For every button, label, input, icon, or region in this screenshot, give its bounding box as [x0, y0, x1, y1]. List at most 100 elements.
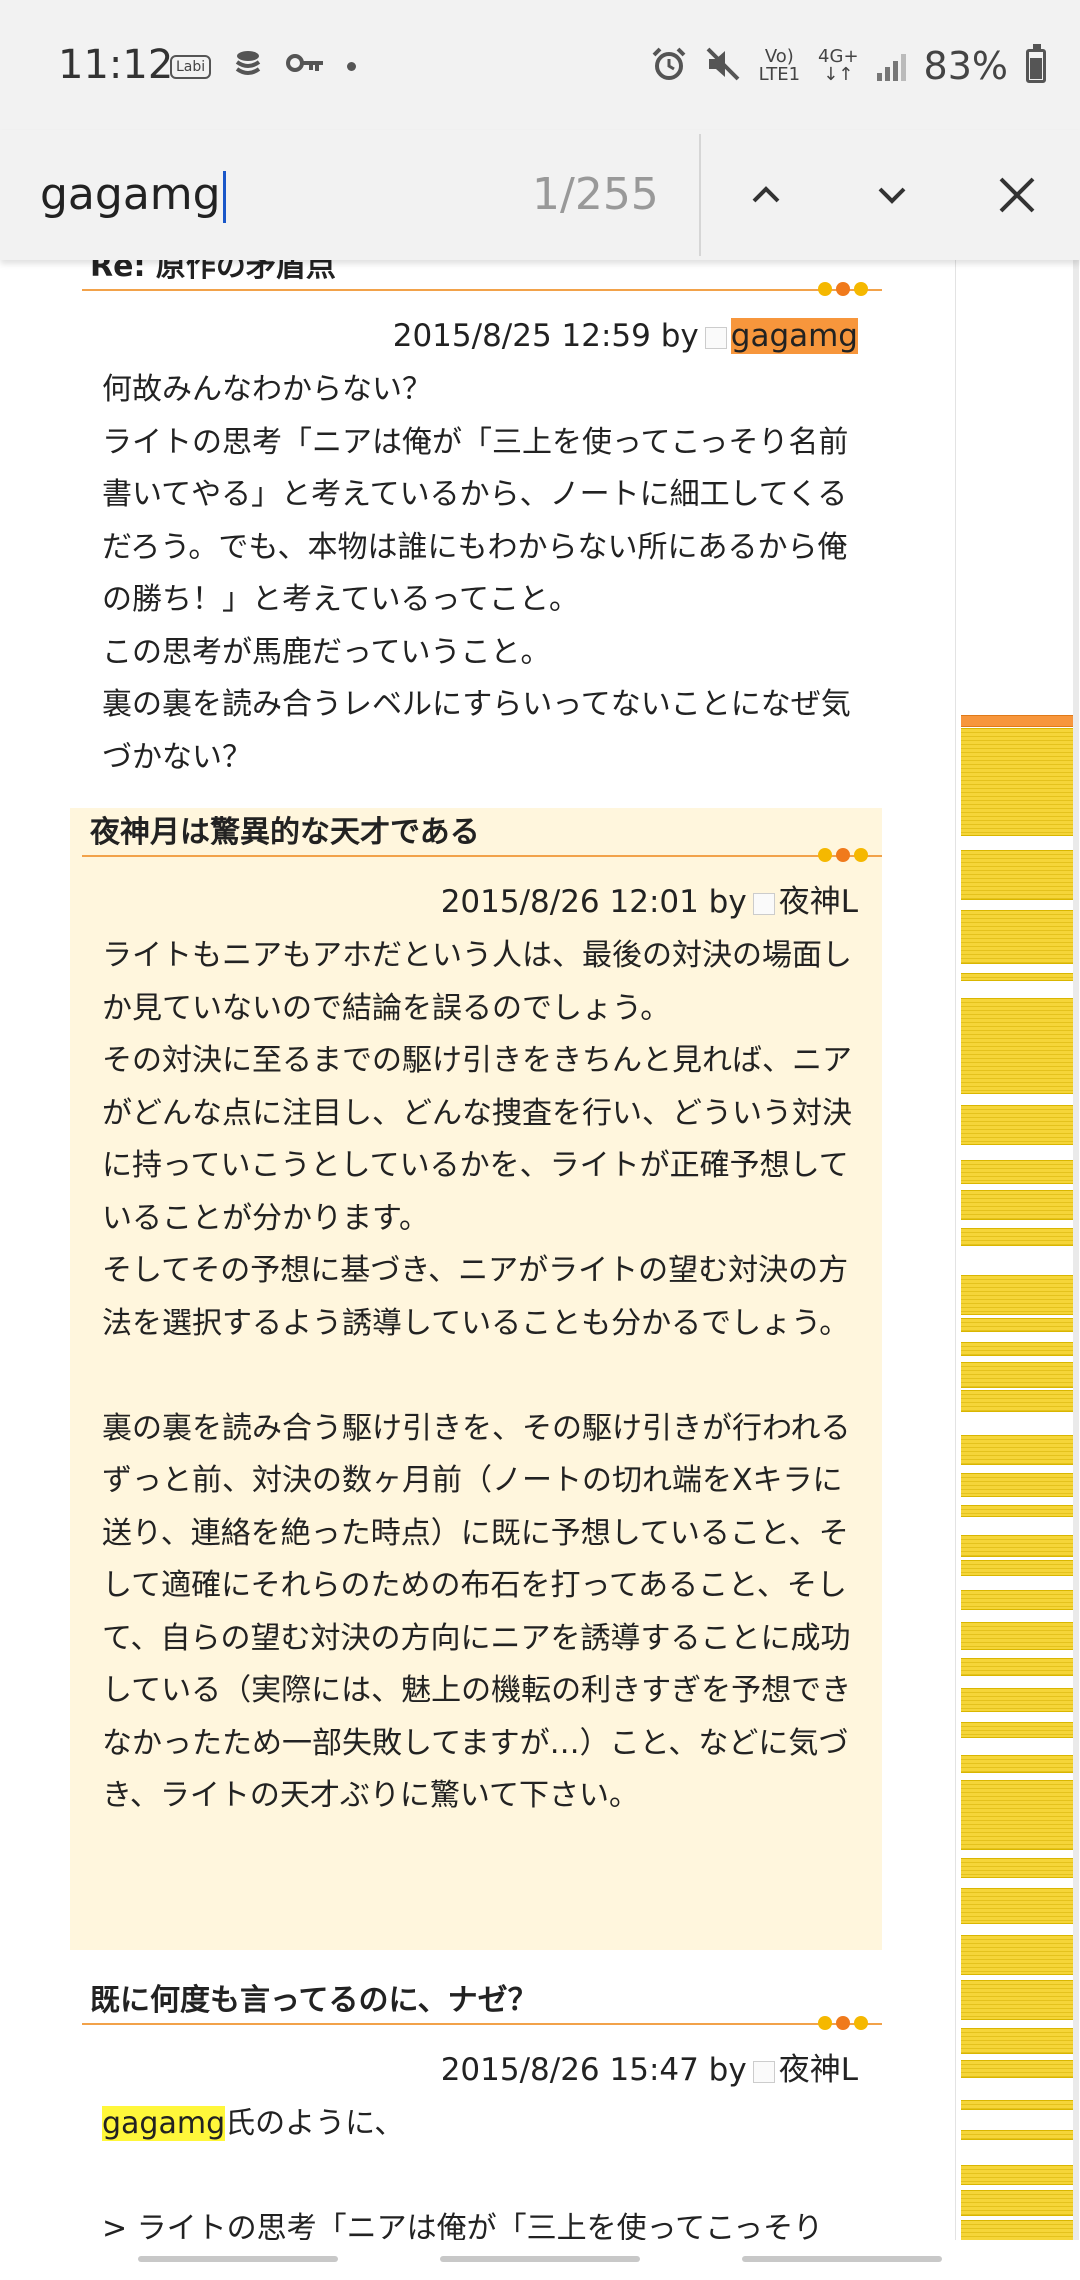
match-marker-track[interactable] — [955, 260, 1080, 2276]
match-marker[interactable] — [961, 1473, 1073, 1497]
avatar — [752, 2060, 775, 2083]
post: Re: 原作の矛盾点 2015/8/25 12:59 by gagamg 何故みん… — [70, 260, 882, 784]
match-marker[interactable] — [961, 1435, 1073, 1465]
find-input[interactable]: gagamg — [40, 160, 520, 230]
close-icon — [999, 177, 1035, 213]
match-marker[interactable] — [961, 2190, 1073, 2216]
match-marker[interactable] — [961, 1318, 1073, 1332]
chevron-up-icon — [752, 186, 780, 203]
key-icon — [285, 51, 325, 82]
find-match-count: 1/255 — [532, 169, 659, 220]
find-next-button[interactable] — [857, 160, 927, 230]
find-close-button[interactable] — [982, 160, 1052, 230]
match-marker[interactable] — [961, 2028, 1073, 2054]
body-line: 裏の裏を読み合うレベルにすらいってないことになぜ気づかない？ — [102, 687, 851, 775]
signal-icon — [876, 51, 906, 81]
match-marker[interactable] — [961, 1505, 1073, 1517]
match-marker[interactable] — [961, 1342, 1073, 1356]
match-marker[interactable] — [961, 998, 1073, 1094]
volte-indicator: Vo) LTE1 — [759, 48, 800, 84]
nav-home-button[interactable] — [440, 2256, 640, 2262]
mute-icon — [705, 46, 741, 86]
match-marker[interactable] — [961, 1390, 1073, 1412]
search-match: gagamg — [102, 2106, 226, 2141]
match-marker[interactable] — [961, 1622, 1073, 1650]
post-body: gagamg氏のように、 > ライトの思考「ニアは俺が「三上を使ってこっそり — [70, 2098, 882, 2256]
find-query-text: gagamg — [40, 169, 221, 220]
match-marker[interactable] — [961, 850, 1073, 900]
body-line: gagamg氏のように、 — [102, 2098, 862, 2151]
match-marker[interactable] — [961, 1590, 1073, 1610]
page-content[interactable]: Re: 原作の矛盾点 2015/8/25 12:59 by gagamg 何故みん… — [0, 260, 955, 2260]
scrollbar[interactable] — [1073, 260, 1079, 2260]
match-marker[interactable] — [961, 1190, 1073, 1220]
post-meta: 2015/8/26 15:47 by 夜神L — [70, 2048, 882, 2092]
find-previous-button[interactable] — [731, 160, 801, 230]
body-line: そしてその予想に基づき、ニアがライトの望む対決の方法を選択するよう誘導しているこ… — [102, 1253, 850, 1341]
post-meta: 2015/8/25 12:59 by gagamg — [70, 314, 882, 358]
post-date: 2015/8/25 12:59 by — [392, 318, 699, 354]
post-title: 夜神月は驚異的な天才である — [90, 815, 480, 850]
nav-back-button[interactable] — [742, 2256, 942, 2262]
nav-recents-button[interactable] — [138, 2256, 338, 2262]
title-rule — [70, 2016, 882, 2030]
find-divider — [699, 134, 701, 256]
net-type-indicator: 4G+ ↓↑ — [818, 46, 859, 85]
post-author[interactable]: 夜神L — [779, 2052, 858, 2088]
match-marker[interactable] — [961, 910, 1073, 964]
current-match-marker[interactable] — [961, 715, 1073, 727]
post-meta: 2015/8/26 12:01 by 夜神L — [70, 880, 882, 924]
match-marker[interactable] — [961, 1560, 1073, 1576]
match-marker[interactable] — [961, 1658, 1073, 1676]
match-marker[interactable] — [961, 1688, 1073, 1712]
match-marker[interactable] — [961, 1935, 1073, 1975]
match-marker[interactable] — [961, 1755, 1073, 1773]
chevron-down-icon — [878, 187, 906, 204]
title-rule — [70, 282, 882, 296]
system-icons: Vo) LTE1 4G+ ↓↑ 83% — [651, 44, 1046, 88]
body-line: その対決に至るまでの駆け引きをきちんと見れば、ニアがどんな点に注目し、どんな捜査… — [102, 1043, 852, 1236]
volte-bottom: LTE1 — [758, 64, 801, 85]
post-title: 既に何度も言ってるのに、ナゼ？ — [90, 1983, 538, 2018]
post-author[interactable]: gagamg — [730, 318, 858, 354]
battery-level: 83% — [923, 44, 1008, 88]
post-body: 何故みんなわからない？ ライトの思考「ニアは俺が「三上を使ってこっそり名前書いて… — [70, 364, 882, 784]
match-marker[interactable] — [961, 1980, 1073, 2020]
stack-icon — [233, 48, 263, 85]
match-marker[interactable] — [961, 1722, 1073, 1738]
find-in-page-bar: gagamg 1/255 — [0, 130, 1080, 260]
match-marker[interactable] — [961, 1362, 1073, 1388]
notification-icons: Labi — [170, 48, 357, 85]
post-author[interactable]: 夜神L — [779, 884, 858, 920]
body-line: 裏の裏を読み合う駆け引きを、その駆け引きが行われるずっと前、対決の数ヶ月前（ノー… — [102, 1410, 852, 1814]
post-title: Re: 原作の矛盾点 — [90, 260, 336, 284]
status-time: 11:12 — [58, 42, 174, 88]
title-rule — [70, 848, 882, 862]
match-marker[interactable] — [961, 1535, 1073, 1557]
post-body: ライトもニアもアホだという人は、最後の対決の場面しか見ていないので結論を誤るので… — [70, 930, 882, 1823]
labi-icon: Labi — [170, 54, 212, 79]
match-marker[interactable] — [961, 2100, 1073, 2110]
match-marker[interactable] — [961, 728, 1073, 836]
post-date: 2015/8/26 15:47 by — [440, 2052, 747, 2088]
net-type: 4G+ — [818, 46, 859, 67]
match-marker[interactable] — [961, 1780, 1073, 1850]
navigation-bar — [0, 2240, 1080, 2280]
match-marker[interactable] — [961, 1275, 1073, 1315]
avatar — [704, 326, 727, 349]
post: 夜神月は驚異的な天才である 2015/8/26 12:01 by 夜神L ライトも… — [70, 808, 882, 1950]
match-marker[interactable] — [961, 2130, 1073, 2140]
match-marker[interactable] — [961, 1105, 1073, 1145]
match-marker[interactable] — [961, 973, 1073, 981]
body-line: この思考が馬鹿だっていうこと。 — [102, 634, 551, 670]
status-bar: 11:12 Labi Vo) LTE1 4G+ ↓↑ 83% — [0, 0, 1080, 130]
match-marker[interactable] — [961, 2165, 1073, 2185]
match-marker[interactable] — [961, 1888, 1073, 1924]
body-line: ライトもニアもアホだという人は、最後の対決の場面しか見ていないので結論を誤るので… — [102, 938, 852, 1026]
post: 既に何度も言ってるのに、ナゼ？ 2015/8/26 15:47 by 夜神L ga… — [70, 1980, 882, 2256]
avatar — [752, 892, 775, 915]
match-marker[interactable] — [961, 2060, 1073, 2078]
match-marker[interactable] — [961, 1228, 1073, 1246]
match-marker[interactable] — [961, 1160, 1073, 1184]
match-marker[interactable] — [961, 1858, 1073, 1878]
